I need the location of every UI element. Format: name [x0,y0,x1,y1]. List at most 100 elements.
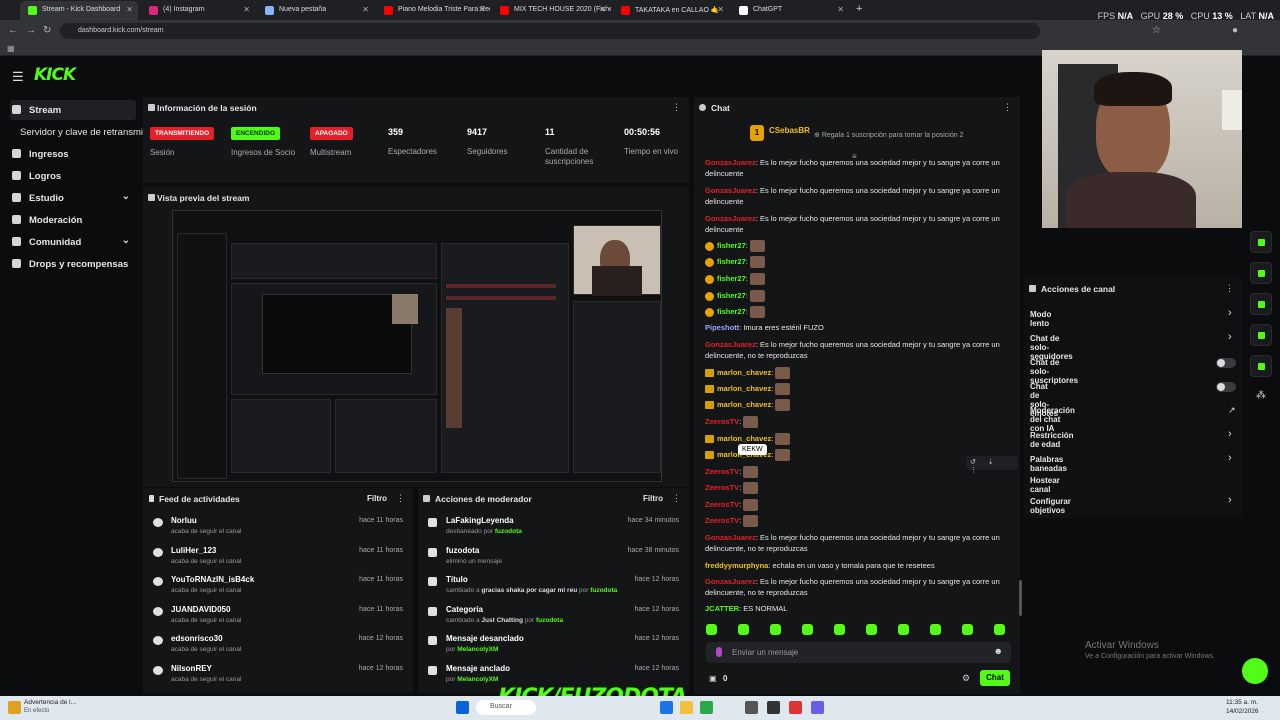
chat-username[interactable]: fisher27 [717,274,746,283]
chat-username[interactable]: ZeerosTV [705,417,739,426]
chat-message[interactable]: ZeerosTV: [705,515,1015,528]
tab-close-icon[interactable]: ✕ [599,5,606,14]
chat-message[interactable]: fisher27: [705,290,1015,303]
chat-username[interactable]: ZeerosTV [705,500,739,509]
chat-input[interactable]: Enviar un mensaje ☻ [706,642,1011,663]
channel-action-item[interactable]: Moderación del chat con IA [1030,406,1075,433]
emote-quick-icon[interactable] [962,624,973,635]
tab-close-icon[interactable]: ✕ [717,5,724,14]
edge-icon[interactable] [660,701,673,714]
mic-icon[interactable] [716,647,722,657]
toggle-switch[interactable] [1216,382,1236,392]
chat-message[interactable]: GonzasJuarez: Es lo mejor fucho queremos… [705,213,1015,235]
mod-row[interactable]: Título cambiado a gracias shaka por cagar… [418,571,689,601]
chevron-right-icon[interactable]: › [1228,494,1232,506]
chevron-down-icon[interactable]: ⌄ [122,191,130,202]
rail-broadcast-button[interactable] [1250,293,1272,315]
feed-row[interactable]: YouToRNAzIN_isB4ck acaba de seguir el can… [143,571,413,601]
browser-tab[interactable]: TAKATAKA en CALLAO 🤙 ✕ [613,1,729,20]
chat-username[interactable]: GonzasJuarez [705,186,756,195]
sidebar-item[interactable]: Ingresos [10,144,136,164]
emote-quick-icon[interactable] [834,624,845,635]
mod-row[interactable]: Mensaje desanclado por MelancolyXM hace 1… [418,630,689,660]
session-menu-icon[interactable]: ⋮ [672,102,681,113]
sidebar-item[interactable]: Logros [10,166,136,186]
browser-tab[interactable]: (4) Instagram ✕ [141,1,255,20]
chat-message[interactable]: marlon_chavez: [705,399,1015,412]
emote-quick-icon[interactable] [770,624,781,635]
chat-message[interactable]: ZeerosTV: [705,482,1015,495]
rail-connect-icon[interactable]: ⁂ [1256,390,1266,401]
mod-menu-icon[interactable]: ⋮ [672,493,681,504]
feed-user[interactable]: Norluu [171,516,197,525]
feed-user[interactable]: edsonrisco30 [171,634,223,643]
rail-calendar-button[interactable] [1250,324,1272,346]
toggle-switch[interactable] [1216,358,1236,368]
chat-username[interactable]: JCATTER [705,604,739,613]
chat-username[interactable]: ZeerosTV [705,516,739,525]
emote-quick-icon[interactable] [706,624,717,635]
tab-close-icon[interactable]: ✕ [837,5,844,14]
chat-username[interactable]: GonzasJuarez [705,214,756,223]
mod-actor[interactable]: MelancolyXM [457,676,498,683]
channel-action-item[interactable]: Modo lento [1030,310,1051,328]
forward-icon[interactable]: → [26,25,36,36]
back-icon[interactable]: ← [8,25,18,36]
channel-action-item[interactable]: Hostear canal [1030,476,1060,494]
mod-row[interactable]: Categoría cambiado a Just Chatting por fu… [418,601,689,631]
feed-row[interactable]: LuliHer_123 acaba de seguir el canal hace … [143,542,413,572]
stream-preview-video[interactable] [172,210,662,482]
emote-quick-icon[interactable] [930,624,941,635]
explorer-icon[interactable] [680,701,693,714]
chat-message[interactable]: GonzasJuarez: Es lo mejor fucho queremos… [705,532,1015,554]
chat-username[interactable]: GonzasJuarez [705,158,756,167]
sidebar-item[interactable]: Servidor y clave de retransmisión [10,122,160,142]
chat-menu-icon[interactable]: ⋮ [1003,102,1012,113]
sidebar-item[interactable]: Drops y recompensas [10,254,136,274]
chat-message[interactable]: GonzasJuarez: Es lo mejor fucho queremos… [705,339,1015,361]
chevron-right-icon[interactable]: › [1228,452,1232,464]
mod-actor[interactable]: MelancolyXM [457,646,498,653]
chat-message[interactable]: fisher27: [705,273,1015,286]
mod-row[interactable]: LaFakingLeyenda desbaneado por fuzodota ha… [418,512,689,542]
kick-logo[interactable]: KICK [34,65,76,85]
sidebar-item[interactable]: Comunidad ⌄ [10,232,136,252]
feed-user[interactable]: NilsonREY [171,664,212,673]
mod-filter-button[interactable]: Filtro [643,494,663,503]
calculator-icon[interactable] [745,701,758,714]
chevron-down-icon[interactable]: ⌄ [122,235,130,246]
gift-sub-prompt[interactable]: ⊕ Regala 1 suscripción para tomar la pos… [814,131,963,139]
points-icon[interactable]: ▣ [709,674,717,683]
chat-message[interactable]: fisher27: [705,306,1015,319]
rail-clip-button[interactable] [1250,231,1272,253]
chat-settings-icon[interactable]: ⚙ [962,673,970,684]
chat-message[interactable]: marlon_chavez: [705,383,1015,396]
channel-action-item[interactable]: Chat de solo-suscriptores [1030,358,1078,385]
channel-action-item[interactable]: Restricción de edad [1030,431,1074,449]
profile-avatar-icon[interactable]: ● [1232,25,1238,36]
windows-start-icon[interactable] [456,701,469,714]
chat-username[interactable]: Pipeshott [705,323,739,332]
new-tab-button[interactable]: + [856,3,862,15]
chevron-right-icon[interactable]: › [1228,331,1232,343]
chat-username[interactable]: fisher27 [717,291,746,300]
top-gifter-name[interactable]: CSebasBR [769,126,810,135]
browser-tab[interactable]: Piano Melodia Triste Para Reco ✕ [376,1,490,20]
chat-message[interactable]: marlon_chavez: [705,367,1015,380]
chat-username[interactable]: ZeerosTV [705,483,739,492]
tab-close-icon[interactable]: ✕ [362,5,369,14]
chevron-right-icon[interactable]: › [1228,428,1232,440]
chat-message[interactable]: freddyymurphyna: echala en un vaso y tom… [705,560,1015,571]
taskbar-notice[interactable]: Advertencia de l... [24,699,76,706]
chat-username[interactable]: ZeerosTV [705,467,739,476]
channel-action-item[interactable]: Palabras baneadas [1030,455,1067,473]
chat-username[interactable]: fisher27 [717,257,746,266]
feed-row[interactable]: NilsonREY acaba de seguir el canal hace 12… [143,660,413,690]
url-input[interactable]: dashboard.kick.com/stream [60,23,1040,39]
chat-message[interactable]: GonzasJuarez: Es lo mejor fucho queremos… [705,576,1015,598]
emote-quick-icon[interactable] [994,624,1005,635]
browser-tab[interactable]: MIX TECH HOUSE 2020 (Fisher ✕ [492,1,611,20]
feed-row[interactable]: JUANDAVID050 acaba de seguir el canal hace… [143,601,413,631]
chat-message[interactable]: Pipeshott: Imura eres estéril FUZO [705,322,1015,333]
emote-quick-icon[interactable] [898,624,909,635]
